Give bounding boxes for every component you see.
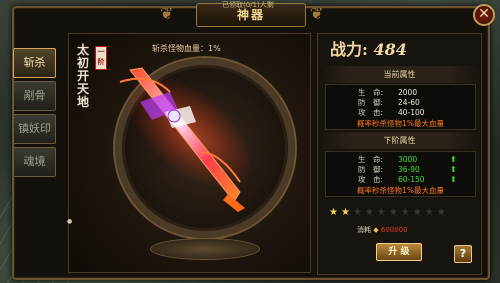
increase-arrow-icon: ⬆ bbox=[450, 165, 457, 174]
star-empty-icon: ★ bbox=[352, 207, 365, 218]
attr-row-attack: 攻 击: 60-150 ⬆ bbox=[326, 175, 475, 185]
star-filled-icon: ★ bbox=[340, 207, 353, 218]
star-empty-icon: ★ bbox=[376, 207, 389, 218]
tab-guagu[interactable]: 剐骨 bbox=[13, 81, 56, 111]
combat-power-value: 484 bbox=[373, 40, 407, 59]
gold-ingot-icon: ◆ bbox=[373, 226, 379, 234]
close-button[interactable]: ✕ bbox=[473, 4, 495, 26]
tab-zhenyaoyin[interactable]: 镇妖印 bbox=[13, 114, 56, 144]
current-attributes-box: 生 命: 2000 防 御: 24-60 攻 击: 40-100 概率秒杀怪物1%最大… bbox=[325, 84, 476, 130]
window-top-caption: 已领取(0/1)人剩 bbox=[222, 1, 274, 9]
attr-value: 24-60 bbox=[398, 98, 420, 107]
attr-label: 防 御: bbox=[358, 165, 384, 174]
attr-row-hp: 生 命: 2000 bbox=[326, 88, 475, 98]
attr-label: 攻 击: bbox=[358, 175, 384, 184]
current-attributes-heading: 当前属性 bbox=[321, 66, 478, 83]
cost-value: 600000 bbox=[380, 226, 408, 234]
attr-row-hp: 生 命: 3000 ⬆ bbox=[326, 155, 475, 165]
next-special-effect: 概率秒杀怪物1%最大血量 bbox=[357, 186, 444, 195]
attr-value: 40-100 bbox=[398, 108, 425, 117]
kill-rate-text: 斩杀怪物血量：1% bbox=[152, 44, 221, 53]
star-empty-icon: ★ bbox=[388, 207, 401, 218]
window-title: 神器 bbox=[236, 8, 265, 22]
attr-label: 攻 击: bbox=[358, 108, 384, 117]
next-attributes-heading: 下阶属性 bbox=[321, 132, 478, 149]
upgrade-button[interactable]: 升 级 bbox=[376, 243, 422, 261]
side-tab-bar: 斩杀 剐骨 镇妖印 魂境 bbox=[13, 48, 57, 180]
star-empty-icon: ★ bbox=[400, 207, 413, 218]
flaming-sword-icon bbox=[119, 67, 253, 212]
combat-power-label: 战力: bbox=[330, 40, 368, 59]
next-attributes-box: 生 命: 3000 ⬆ 防 御: 36-90 ⬆ 攻 击: 60-150 ⬆ 概率秒杀怪物1… bbox=[325, 151, 476, 197]
ornament-left-icon: ❦ bbox=[160, 4, 174, 23]
tab-hunjing[interactable]: 魂境 bbox=[13, 147, 56, 177]
attr-row-defense: 防 御: 24-60 bbox=[326, 98, 475, 108]
artifact-name: 太初开天地 bbox=[76, 43, 89, 109]
star-empty-icon: ★ bbox=[424, 207, 437, 218]
attr-value: 60-150 bbox=[398, 175, 425, 184]
attr-label: 防 御: bbox=[358, 98, 384, 107]
ornament-right-icon: ❦ bbox=[310, 4, 324, 23]
current-special-effect: 概率秒杀怪物1%最大血量 bbox=[357, 119, 444, 128]
star-empty-icon: ★ bbox=[436, 207, 449, 218]
help-button[interactable]: ? bbox=[454, 245, 472, 263]
attr-value: 3000 bbox=[398, 155, 418, 164]
artifact-pedestal bbox=[150, 238, 260, 260]
star-empty-icon: ★ bbox=[412, 207, 425, 218]
artifact-rank-badge: 一阶 bbox=[95, 46, 107, 70]
star-filled-icon: ★ bbox=[329, 207, 341, 218]
attr-value: 2000 bbox=[398, 88, 418, 97]
upgrade-cost: 消耗 ◆ 600000 bbox=[357, 225, 408, 235]
star-empty-icon: ★ bbox=[364, 207, 377, 218]
cost-label: 消耗 bbox=[357, 226, 371, 234]
combat-power: 战力: 484 bbox=[330, 36, 480, 64]
attr-value: 36-90 bbox=[398, 165, 420, 174]
attr-row-defense: 防 御: 36-90 ⬆ bbox=[326, 165, 475, 175]
increase-arrow-icon: ⬆ bbox=[450, 155, 457, 164]
star-rating: ★★★★★★★★★★ bbox=[329, 208, 449, 218]
attr-label: 生 命: bbox=[358, 155, 384, 164]
attr-label: 生 命: bbox=[358, 88, 384, 97]
tab-zhansha[interactable]: 斩杀 bbox=[13, 48, 56, 78]
decor-dot: ● bbox=[67, 218, 73, 225]
attr-row-attack: 攻 击: 40-100 bbox=[326, 108, 475, 118]
increase-arrow-icon: ⬆ bbox=[450, 175, 457, 184]
